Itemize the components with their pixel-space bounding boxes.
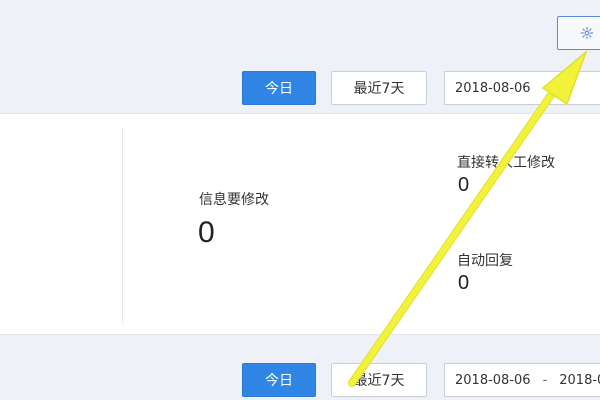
card-divider	[122, 128, 123, 323]
settings-button[interactable]	[557, 16, 600, 50]
stats-card	[0, 113, 600, 335]
info-modify-value: 0	[198, 216, 215, 249]
gear-icon	[580, 26, 594, 40]
auto-reply-label: 自动回复	[457, 253, 513, 269]
date-start-text: 2018-08-06	[455, 80, 531, 96]
date-separator: -	[542, 372, 548, 388]
last-7-days-button-bottom[interactable]: 最近7天	[331, 363, 427, 397]
direct-transfer-value: 0	[458, 174, 470, 196]
date-end-text-bottom: 2018-0	[559, 372, 600, 388]
date-range-start-input[interactable]: 2018-08-06	[444, 71, 600, 105]
today-button[interactable]: 今日	[242, 71, 316, 105]
info-modify-label: 信息要修改	[199, 192, 269, 208]
date-start-text-bottom: 2018-08-06	[455, 372, 531, 388]
auto-reply-value: 0	[458, 272, 470, 294]
last-7-days-button[interactable]: 最近7天	[331, 71, 427, 105]
today-button-bottom[interactable]: 今日	[242, 363, 316, 397]
date-range-input-bottom[interactable]: 2018-08-06 - 2018-0	[444, 363, 600, 397]
direct-transfer-label: 直接转人工修改	[457, 155, 555, 171]
